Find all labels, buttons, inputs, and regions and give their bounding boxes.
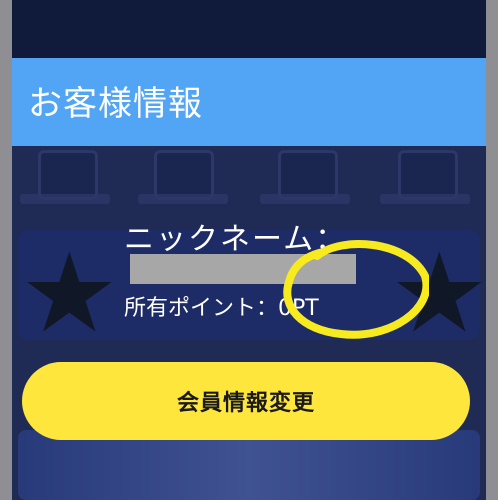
star-icon: ★ [390,229,486,357]
background-menu-icon [278,150,338,200]
customer-info-header: お客様情報 [12,58,486,146]
background-top-bar [12,0,486,58]
background-menu-icon [398,150,458,200]
background-menu-icon [38,150,98,200]
background-decoration [18,430,480,500]
edit-member-info-label: 会員情報変更 [176,390,315,415]
background-menu-label [380,194,470,204]
background-menu-label [260,194,350,204]
background-menu-label [138,194,228,204]
star-icon: ★ [20,229,119,357]
background-menu-icon [154,150,214,200]
points-row: 所有ポイント：0PT [124,290,319,322]
edit-member-info-button[interactable]: 会員情報変更 [22,362,470,440]
page-title: お客様情報 [28,84,203,124]
background-menu-label [20,194,110,204]
points-value: 0PT [278,296,319,321]
nickname-label: ニックネーム： [124,222,348,257]
nickname-redaction [130,254,356,284]
points-label: 所有ポイント： [124,296,279,321]
